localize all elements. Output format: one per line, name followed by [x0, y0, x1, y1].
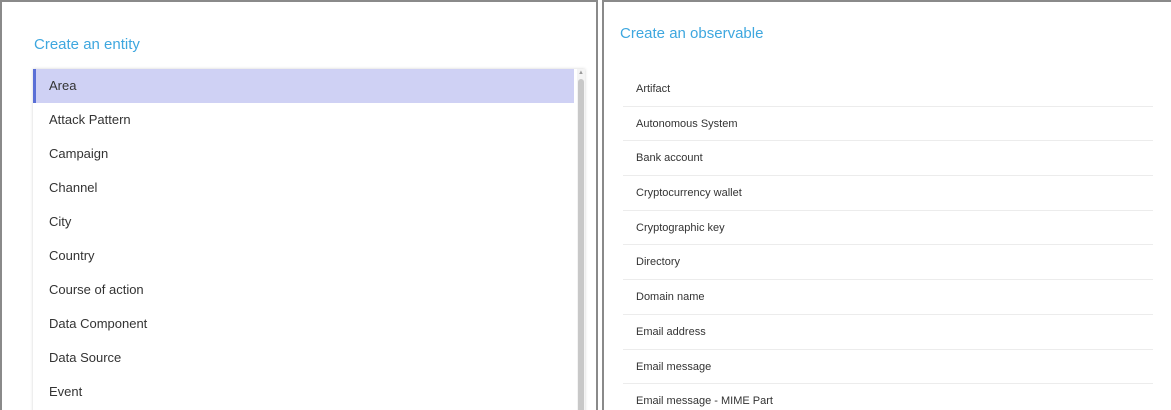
observable-type-list[interactable]: Artifact Autonomous System Bank account …	[623, 72, 1153, 410]
create-entity-title: Create an entity	[34, 36, 140, 53]
entity-item-country[interactable]: Country	[33, 239, 574, 273]
entity-item-area[interactable]: Area	[33, 69, 574, 103]
scrollbar-thumb[interactable]	[578, 79, 584, 410]
observable-item-artifact[interactable]: Artifact	[623, 72, 1153, 107]
observable-item-domain-name[interactable]: Domain name	[623, 280, 1153, 315]
entity-item-event[interactable]: Event	[33, 375, 574, 409]
entity-item-data-source[interactable]: Data Source	[33, 341, 574, 375]
entity-item-attack-pattern[interactable]: Attack Pattern	[33, 103, 574, 137]
observable-item-email-message[interactable]: Email message	[623, 350, 1153, 385]
entity-item-city[interactable]: City	[33, 205, 574, 239]
create-observable-title: Create an observable	[620, 25, 764, 42]
scroll-up-arrow-icon[interactable]: ▲	[577, 69, 585, 77]
observable-item-cryptographic-key[interactable]: Cryptographic key	[623, 211, 1153, 246]
entity-list-scrollbar[interactable]: ▲	[577, 69, 585, 410]
entity-item-campaign[interactable]: Campaign	[33, 137, 574, 171]
observable-item-cryptocurrency-wallet[interactable]: Cryptocurrency wallet	[623, 176, 1153, 211]
entity-item-channel[interactable]: Channel	[33, 171, 574, 205]
entity-item-data-component[interactable]: Data Component	[33, 307, 574, 341]
create-entity-panel: Create an entity Area Attack Pattern Cam…	[0, 0, 598, 410]
observable-item-autonomous-system[interactable]: Autonomous System	[623, 107, 1153, 142]
entity-type-list[interactable]: Area Attack Pattern Campaign Channel Cit…	[33, 69, 585, 410]
observable-item-bank-account[interactable]: Bank account	[623, 141, 1153, 177]
entity-item-course-of-action[interactable]: Course of action	[33, 273, 574, 307]
create-observable-panel: Create an observable Artifact Autonomous…	[602, 0, 1171, 410]
observable-item-directory[interactable]: Directory	[623, 245, 1153, 281]
observable-item-email-address[interactable]: Email address	[623, 315, 1153, 350]
observable-item-email-message-mime-part[interactable]: Email message - MIME Part	[623, 384, 1153, 410]
